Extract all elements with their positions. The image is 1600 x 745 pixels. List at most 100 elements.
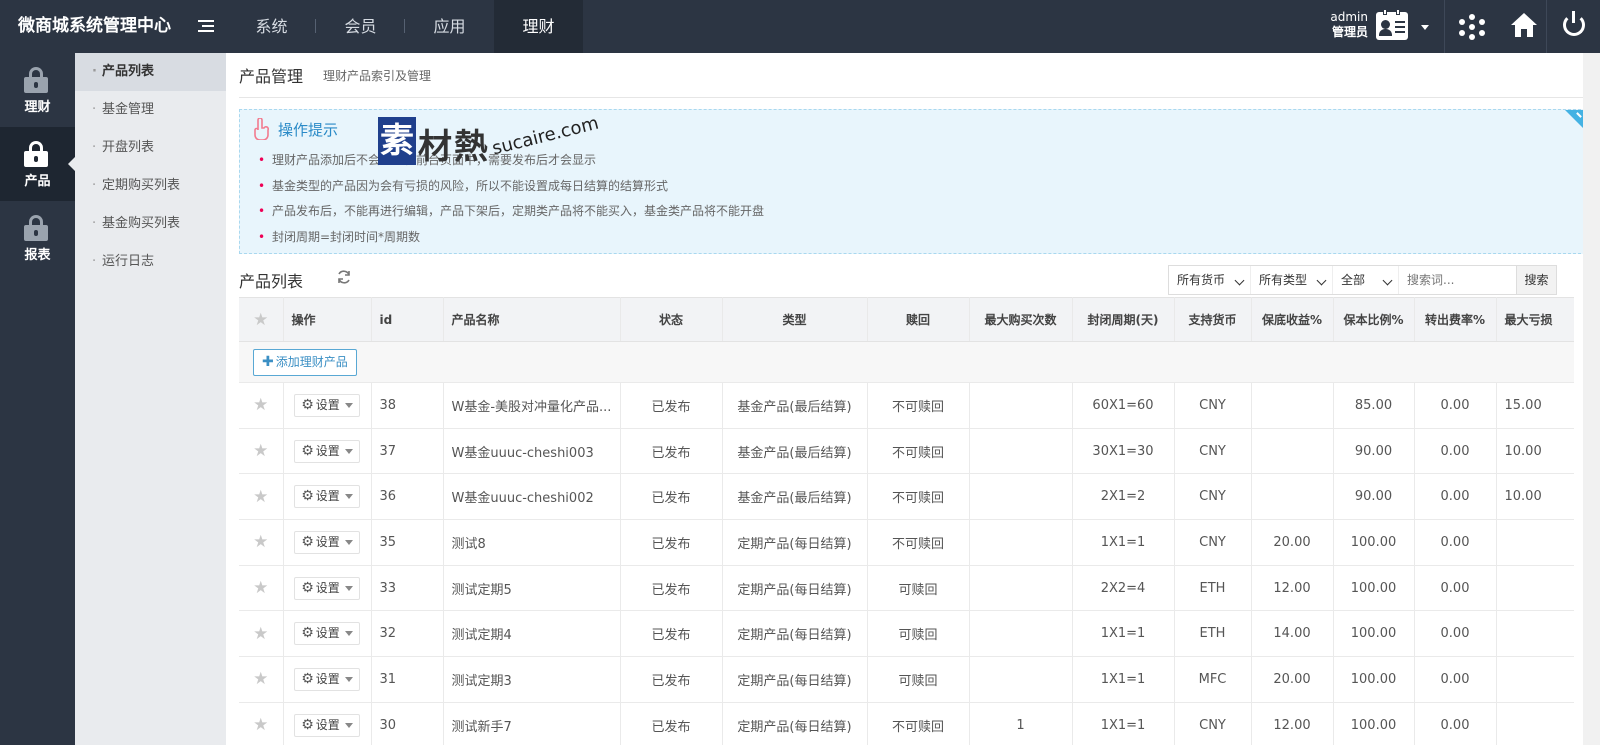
table-cell: 100.00 xyxy=(1333,565,1415,612)
column-header[interactable]: 状态 xyxy=(620,297,723,342)
menu-toggle-icon[interactable] xyxy=(196,20,214,34)
currency-select[interactable]: 所有货币 xyxy=(1169,266,1251,294)
scrollbar[interactable] xyxy=(1583,53,1600,745)
row-star[interactable]: ★ xyxy=(239,610,284,658)
user-info[interactable]: admin 管理员 xyxy=(1318,10,1368,40)
table-cell: 不可赎回 xyxy=(867,473,970,521)
submenu-fund-management[interactable]: 基金管理 xyxy=(75,91,226,129)
table-cell[interactable]: W基金uuuc-cheshi003 xyxy=(443,428,621,475)
sidebar-item-label: 产品 xyxy=(24,174,51,189)
row-star[interactable]: ★ xyxy=(239,702,284,745)
submenu-fixed-purchase-list[interactable]: 定期购买列表 xyxy=(75,167,226,205)
table-cell[interactable]: W基金-美股对冲量化产品... xyxy=(443,382,621,429)
settings-button[interactable]: ⚙ 设置 xyxy=(294,622,360,646)
row-star[interactable]: ★ xyxy=(239,656,284,703)
settings-button[interactable]: ⚙ 设置 xyxy=(294,667,360,691)
user-dropdown-icon[interactable] xyxy=(1421,25,1429,30)
topnav-member[interactable]: 会员 xyxy=(316,0,405,53)
star-icon: ★ xyxy=(253,395,269,416)
column-header[interactable]: id xyxy=(371,297,444,342)
submenu-run-log[interactable]: 运行日志 xyxy=(75,243,226,281)
sidebar-item-reports[interactable]: 报表 xyxy=(0,201,75,275)
star-icon: ★ xyxy=(253,578,269,599)
list-title: 产品列表 xyxy=(239,272,304,291)
topnav-apps[interactable]: 应用 xyxy=(405,0,494,53)
column-header[interactable]: 最大亏损 xyxy=(1496,297,1574,342)
column-header-star[interactable]: ★ xyxy=(239,297,284,342)
submenu-product-list[interactable]: 产品列表 xyxy=(75,53,234,91)
table-cell: CNY xyxy=(1174,428,1252,475)
table-cell: 100.00 xyxy=(1333,702,1415,745)
column-header[interactable]: 转出费率% xyxy=(1414,297,1497,342)
table-cell: 可赎回 xyxy=(867,610,970,658)
row-star[interactable]: ★ xyxy=(239,473,284,521)
row-actions: ⚙ 设置 xyxy=(283,519,372,566)
row-star[interactable]: ★ xyxy=(239,519,284,566)
table-cell: 36 xyxy=(371,473,444,521)
row-star[interactable]: ★ xyxy=(239,428,284,475)
collapse-corner-icon[interactable] xyxy=(1565,110,1585,130)
column-header[interactable]: 产品名称 xyxy=(443,297,621,342)
sidebar-item-finance[interactable]: 理财 xyxy=(0,53,75,127)
table-cell: CNY xyxy=(1174,519,1252,566)
settings-button[interactable]: ⚙ 设置 xyxy=(294,393,360,417)
column-header[interactable]: 封闭周期(天) xyxy=(1072,297,1175,342)
divider xyxy=(1546,0,1547,53)
power-icon[interactable] xyxy=(1563,11,1585,36)
table-cell: 1X1=1 xyxy=(1072,702,1175,745)
table-row: ★ ⚙ 设置 30 测试新手7 已发布 定期产品(每日结算) 不可赎回 1 1X1=1 CNY 12.… xyxy=(239,702,1574,745)
home-icon[interactable] xyxy=(1510,12,1538,38)
chevron-down-icon xyxy=(1382,275,1393,286)
table-cell: 可赎回 xyxy=(867,656,970,703)
row-star[interactable]: ★ xyxy=(239,565,284,612)
table-cell: 31 xyxy=(371,656,444,703)
settings-button[interactable]: ⚙ 设置 xyxy=(294,439,360,463)
status-select[interactable]: 全部 xyxy=(1333,266,1399,294)
column-header[interactable]: 保本比例% xyxy=(1333,297,1415,342)
row-star[interactable]: ★ xyxy=(239,382,284,429)
column-header[interactable]: 最大购买次数 xyxy=(969,297,1073,342)
search-input[interactable] xyxy=(1399,266,1516,294)
settings-button[interactable]: ⚙ 设置 xyxy=(294,713,360,737)
submenu-fund-purchase-list[interactable]: 基金购买列表 xyxy=(75,205,226,243)
table-cell: 基金产品(最后结算) xyxy=(722,428,868,475)
submenu-opening-list[interactable]: 开盘列表 xyxy=(75,129,226,167)
table-cell: 1X1=1 xyxy=(1072,656,1175,703)
table-cell[interactable]: 测试8 xyxy=(443,519,621,566)
table-cell: CNY xyxy=(1174,702,1252,745)
column-header[interactable]: 支持货币 xyxy=(1174,297,1252,342)
settings-button[interactable]: ⚙ 设置 xyxy=(294,530,360,554)
settings-button[interactable]: ⚙ 设置 xyxy=(294,485,360,509)
table-cell[interactable]: 测试定期5 xyxy=(443,565,621,612)
row-actions: ⚙ 设置 xyxy=(283,473,372,521)
table-cell: 35 xyxy=(371,519,444,566)
page-subtitle: 理财产品索引及管理 xyxy=(323,69,432,83)
type-select[interactable]: 所有类型 xyxy=(1251,266,1333,294)
topnav-system[interactable]: 系统 xyxy=(227,0,316,53)
settings-label: 设置 xyxy=(315,443,340,458)
table-cell[interactable]: W基金uuuc-cheshi002 xyxy=(443,473,621,521)
table-cell: 已发布 xyxy=(620,382,723,429)
search-button[interactable]: 搜索 xyxy=(1516,266,1556,294)
table-cell xyxy=(969,382,1073,429)
sidebar-item-products[interactable]: 产品 xyxy=(0,127,75,201)
table-cell[interactable]: 测试定期4 xyxy=(443,610,621,658)
column-header[interactable]: 类型 xyxy=(722,297,868,342)
refresh-icon[interactable] xyxy=(336,269,352,285)
table-cell xyxy=(969,656,1073,703)
table-cell[interactable]: 测试新手7 xyxy=(443,702,621,745)
table-cell xyxy=(1496,702,1574,745)
column-header[interactable]: 保底收益% xyxy=(1251,297,1334,342)
table-cell[interactable]: 测试定期3 xyxy=(443,656,621,703)
hub-icon[interactable] xyxy=(1459,14,1485,40)
add-product-button[interactable]: ✚ 添加理财产品 xyxy=(253,348,357,376)
table-cell xyxy=(1251,428,1334,475)
id-card-icon[interactable] xyxy=(1376,9,1408,40)
lock-icon xyxy=(24,215,48,241)
settings-button[interactable]: ⚙ 设置 xyxy=(294,576,360,600)
table-cell: 0.00 xyxy=(1414,565,1497,612)
table-cell: 定期产品(每日结算) xyxy=(722,565,868,612)
column-header[interactable]: 赎回 xyxy=(867,297,970,342)
topnav-finance[interactable]: 理财 xyxy=(494,0,583,53)
star-icon: ★ xyxy=(253,623,269,644)
